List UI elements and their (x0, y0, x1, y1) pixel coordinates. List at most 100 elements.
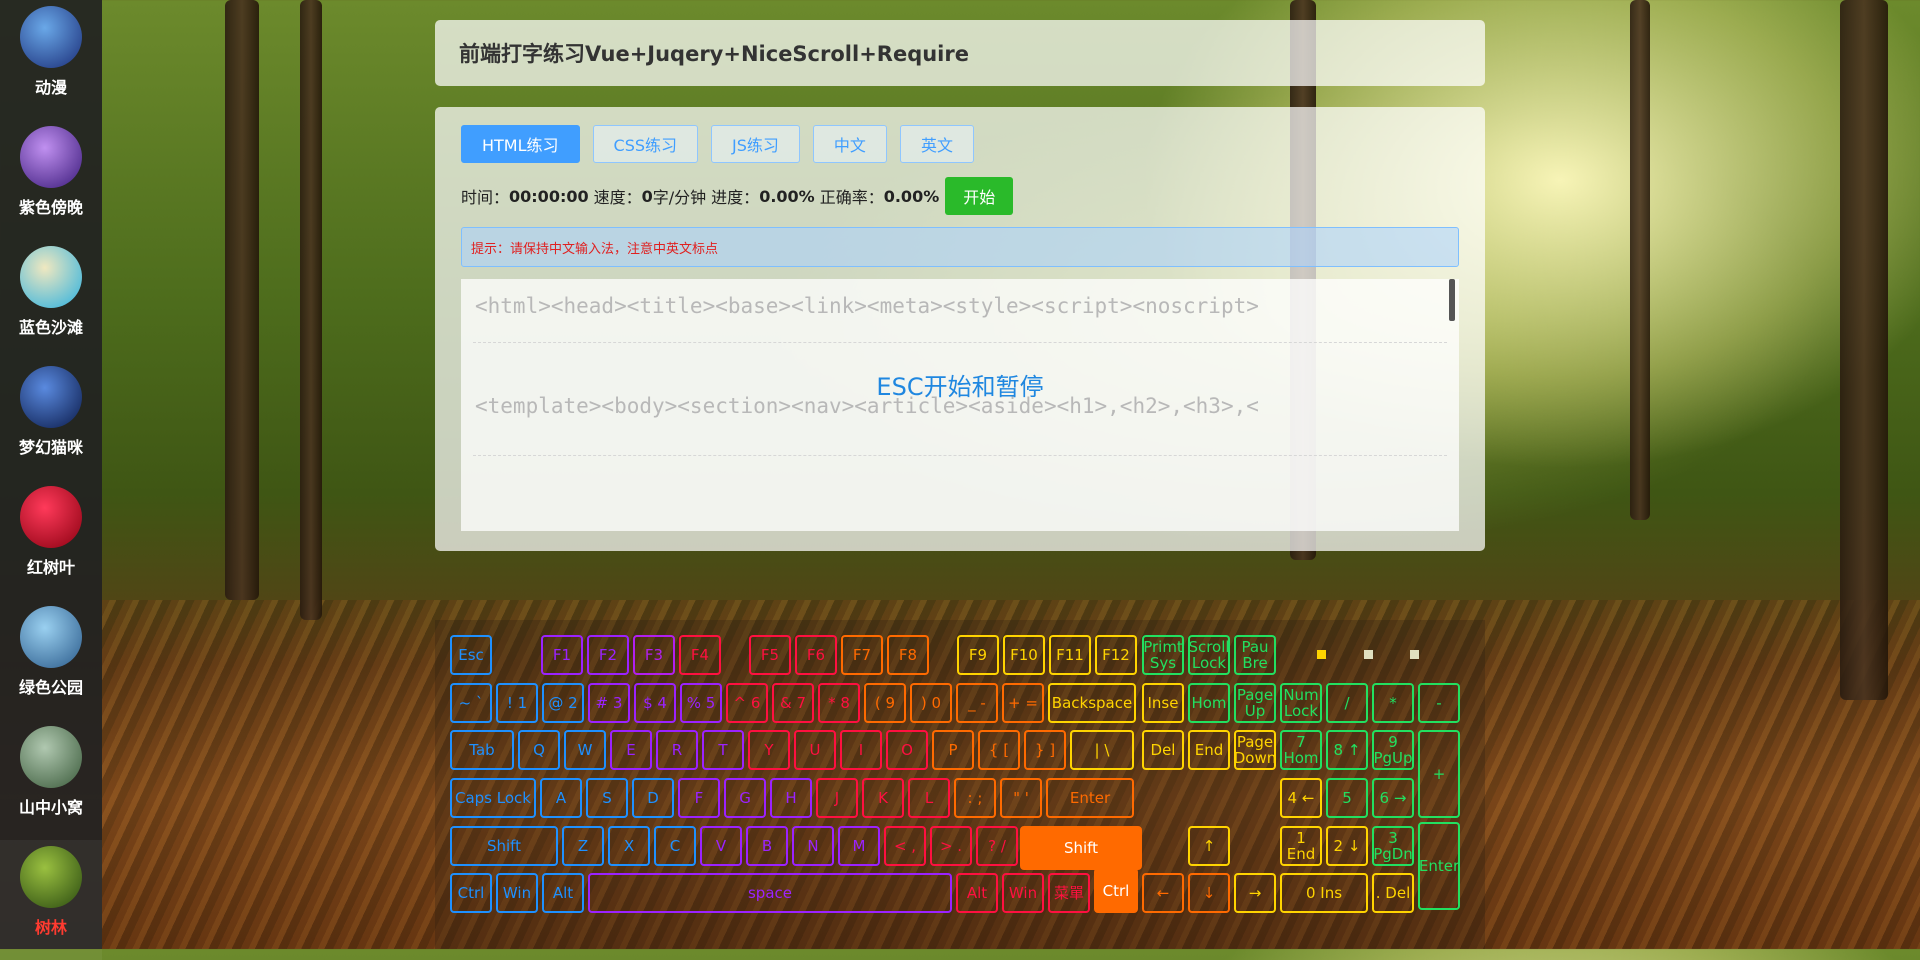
key[interactable]: @ 2 (542, 683, 584, 723)
key[interactable]: F (678, 778, 720, 818)
key[interactable]: Page Down (1234, 730, 1276, 770)
key[interactable]: O (886, 730, 928, 770)
key[interactable]: F2 (587, 635, 629, 675)
key[interactable]: G (724, 778, 766, 818)
key[interactable]: " ' (1000, 778, 1042, 818)
key[interactable]: Alt (956, 873, 998, 913)
key[interactable]: S (586, 778, 628, 818)
key[interactable]: + = (1002, 683, 1044, 723)
key[interactable]: D (632, 778, 674, 818)
typing-area[interactable]: <html><head><title><base><link><meta><st… (461, 279, 1459, 531)
key[interactable]: F12 (1095, 635, 1137, 675)
tab[interactable]: HTML练习 (461, 125, 580, 163)
key[interactable]: * (1372, 683, 1414, 723)
key[interactable]: R (656, 730, 698, 770)
key[interactable]: | \ (1070, 730, 1134, 770)
key[interactable]: F6 (795, 635, 837, 675)
key[interactable]: Enter (1046, 778, 1134, 818)
key[interactable]: Win (496, 873, 538, 913)
key[interactable]: F9 (957, 635, 999, 675)
key[interactable]: F10 (1003, 635, 1045, 675)
sidebar-item[interactable]: 动漫 (0, 0, 102, 120)
key[interactable]: F8 (887, 635, 929, 675)
key[interactable]: Win (1002, 873, 1044, 913)
key[interactable]: P (932, 730, 974, 770)
key[interactable]: ~ ` (450, 683, 492, 723)
sidebar-item[interactable]: 山中小窝 (0, 720, 102, 840)
tab[interactable]: CSS练习 (592, 125, 699, 163)
key[interactable]: % 5 (680, 683, 722, 723)
key[interactable]: Shift (1020, 826, 1142, 870)
key[interactable]: - (1418, 683, 1460, 723)
key[interactable]: F7 (841, 635, 883, 675)
key[interactable]: + (1418, 730, 1460, 818)
key[interactable]: Primt Sys (1142, 635, 1184, 675)
key[interactable]: Scroll Lock (1188, 635, 1230, 675)
key[interactable]: ← (1142, 873, 1184, 913)
key[interactable]: { [ (978, 730, 1020, 770)
key[interactable]: Shift (450, 826, 558, 866)
key[interactable]: N (792, 826, 834, 866)
key[interactable]: Hom (1188, 683, 1230, 723)
key[interactable]: 1 End (1280, 826, 1322, 866)
key[interactable]: Esc (450, 635, 492, 675)
key[interactable]: → (1234, 873, 1276, 913)
key[interactable]: F3 (633, 635, 675, 675)
sidebar-item[interactable]: 红树叶 (0, 480, 102, 600)
key[interactable]: Caps Lock (450, 778, 536, 818)
key[interactable]: M (838, 826, 880, 866)
key[interactable]: Y (748, 730, 790, 770)
key[interactable]: ? / (976, 826, 1018, 866)
key[interactable]: $ 4 (634, 683, 676, 723)
key[interactable]: 0 Ins (1280, 873, 1368, 913)
key[interactable]: V (700, 826, 742, 866)
start-button[interactable]: 开始 (945, 177, 1014, 215)
key[interactable]: Del (1142, 730, 1184, 770)
key[interactable]: F1 (541, 635, 583, 675)
key[interactable]: Num Lock (1280, 683, 1322, 723)
key[interactable]: I (840, 730, 882, 770)
key[interactable]: 8 ↑ (1326, 730, 1368, 770)
sidebar-item[interactable]: 绿色公园 (0, 600, 102, 720)
key[interactable]: H (770, 778, 812, 818)
key[interactable]: . Del (1372, 873, 1414, 913)
key[interactable]: & 7 (772, 683, 814, 723)
key[interactable]: C (654, 826, 696, 866)
key[interactable]: K (862, 778, 904, 818)
key[interactable]: / (1326, 683, 1368, 723)
key[interactable]: 4 ← (1280, 778, 1322, 818)
key[interactable]: ( 9 (864, 683, 906, 723)
sidebar-item[interactable]: 蓝色沙滩 (0, 240, 102, 360)
key[interactable]: E (610, 730, 652, 770)
key[interactable]: : ; (954, 778, 996, 818)
key[interactable]: L (908, 778, 950, 818)
key[interactable]: A (540, 778, 582, 818)
key[interactable]: Alt (542, 873, 584, 913)
key[interactable]: Enter (1418, 822, 1460, 910)
key[interactable]: ↑ (1188, 826, 1230, 866)
key[interactable]: Pau Bre (1234, 635, 1276, 675)
key[interactable]: F5 (749, 635, 791, 675)
key[interactable]: > . (930, 826, 972, 866)
key[interactable]: _ - (956, 683, 998, 723)
key[interactable]: B (746, 826, 788, 866)
scrollbar[interactable] (1449, 279, 1455, 321)
key[interactable]: End (1188, 730, 1230, 770)
key[interactable]: T (702, 730, 744, 770)
key[interactable]: Z (562, 826, 604, 866)
key[interactable]: F4 (679, 635, 721, 675)
key[interactable]: X (608, 826, 650, 866)
tab[interactable]: 英文 (899, 125, 974, 163)
key[interactable]: Ctrl (450, 873, 492, 913)
sidebar-item[interactable]: 树林 (0, 840, 102, 960)
key[interactable]: U (794, 730, 836, 770)
key[interactable]: ^ 6 (726, 683, 768, 723)
key[interactable]: Inse (1142, 683, 1184, 723)
key[interactable]: ↓ (1188, 873, 1230, 913)
key[interactable]: Q (518, 730, 560, 770)
key[interactable]: * 8 (818, 683, 860, 723)
key[interactable]: Backspace (1048, 683, 1136, 723)
key[interactable]: } ] (1024, 730, 1066, 770)
key[interactable]: 5 (1326, 778, 1368, 818)
sidebar-item[interactable]: 梦幻猫咪 (0, 360, 102, 480)
